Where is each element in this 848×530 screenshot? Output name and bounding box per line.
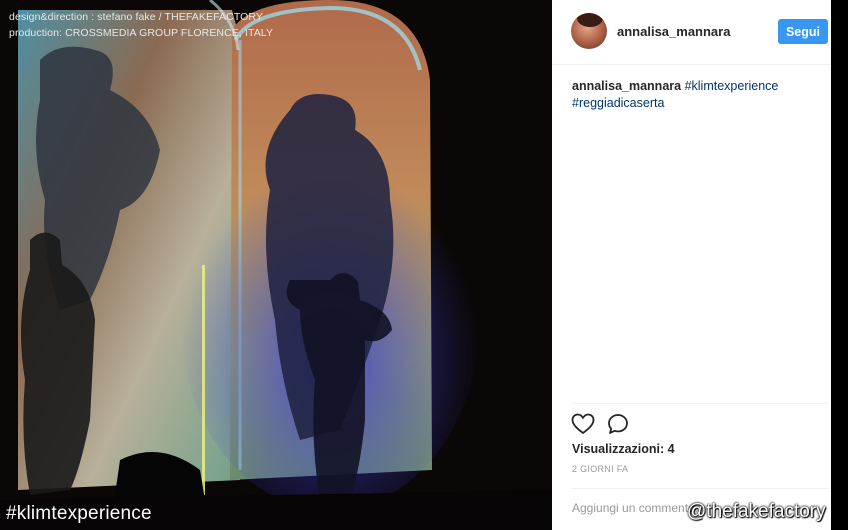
view-count: Visualizzazioni: 4 [572,442,675,456]
credits-line-2: production: CROSSMEDIA GROUP FLORENCE, I… [9,27,274,39]
watermark-overlay: @thefakefactory [687,501,826,522]
post-side-panel: annalisa_mannara Segui annalisa_mannara … [552,0,831,530]
post-photo[interactable]: design&direction : stefano fake / THEFAK… [0,0,552,530]
divider [572,488,828,489]
heart-icon[interactable] [571,413,595,437]
username[interactable]: annalisa_mannara [617,24,730,39]
comment-input[interactable]: Aggiungi un commento... [572,501,705,515]
shadow-projection-image [0,0,552,530]
caption-username[interactable]: annalisa_mannara [572,79,681,93]
credits-line-1: design&direction : stefano fake / THEFAK… [9,11,264,23]
avatar[interactable] [571,13,607,49]
post-caption: annalisa_mannara #klimtexperience #reggi… [572,78,812,112]
caption-hashtag-reggiadicaserta[interactable]: #reggiadicaserta [572,96,664,110]
speech-bubble-icon[interactable] [607,413,629,437]
caption-hashtag-klimtexperience[interactable]: #klimtexperience [685,79,779,93]
follow-button[interactable]: Segui [778,19,828,44]
right-border [831,0,848,530]
production-credits: design&direction : stefano fake / THEFAK… [9,9,273,41]
post-timestamp: 2 GIORNI FA [572,464,629,474]
divider [572,403,828,404]
post-header: annalisa_mannara Segui [552,0,831,65]
action-bar [571,413,629,437]
hashtag-overlay: #klimtexperience [6,503,152,524]
